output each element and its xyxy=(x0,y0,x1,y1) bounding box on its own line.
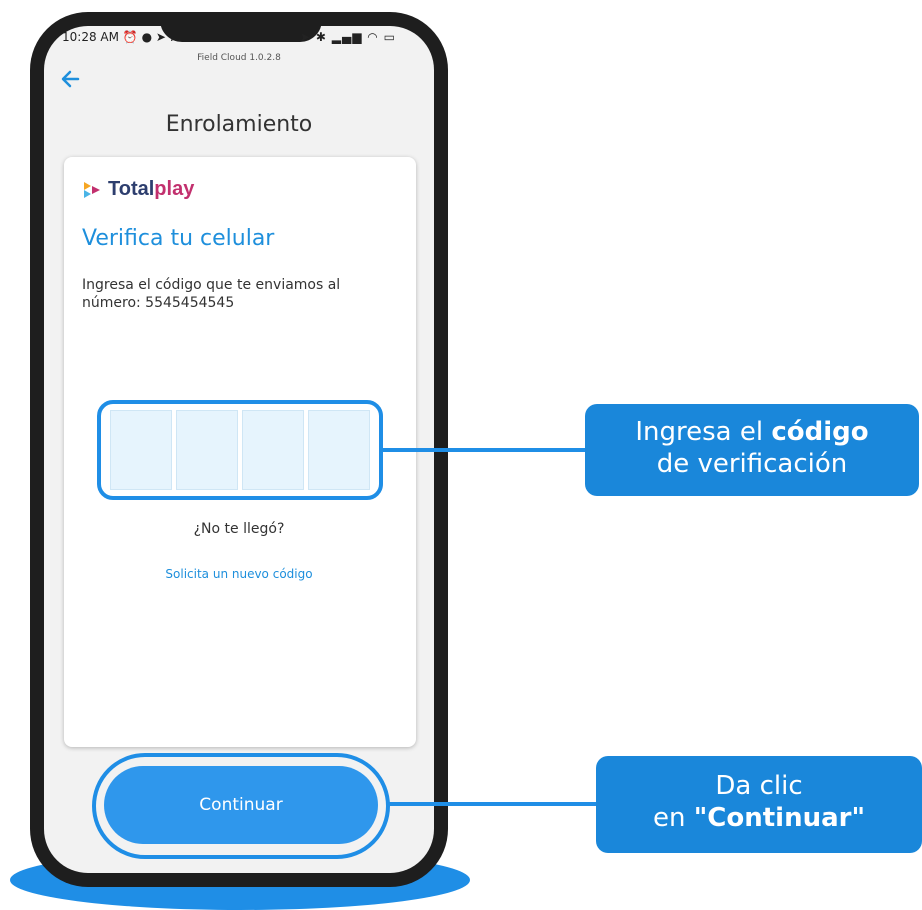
code-digit-input[interactable] xyxy=(176,410,238,490)
send-icon: ➤ xyxy=(155,30,166,44)
battery-icon: ▭ xyxy=(383,30,396,44)
continue-callout: Da clic en "Continuar" xyxy=(596,756,922,853)
phone-notch xyxy=(160,12,322,42)
totalplay-logo-icon xyxy=(84,181,100,198)
app-version: Field Cloud 1.0.2.8 xyxy=(197,53,281,63)
code-callout-connector xyxy=(383,448,588,452)
brand-logo: Totalplay xyxy=(82,178,194,201)
brand-name-part1: Total xyxy=(108,178,155,200)
signal-icon: ▂▄▆ xyxy=(331,30,363,44)
card-description: Ingresa el código que te enviamos al núm… xyxy=(82,277,341,311)
not-received-text: ¿No te llegó? xyxy=(193,521,285,537)
brand-name-part2: play xyxy=(154,178,195,200)
page-title: Enrolamiento xyxy=(165,112,313,137)
status-time: 10:28 AM ⏰ ● ➤ … xyxy=(62,30,182,44)
status-icons: ➤ ✱ ▂▄▆ ◠ ▭ xyxy=(300,30,396,44)
code-callout: Ingresa el código de verificación xyxy=(585,404,919,496)
location-icon: ➤ xyxy=(300,30,312,44)
bluetooth-icon: ✱ xyxy=(315,30,327,44)
more-icon: … xyxy=(169,30,182,44)
code-digit-input[interactable] xyxy=(308,410,370,490)
resend-code-link[interactable]: Solicita un nuevo código xyxy=(30,567,448,581)
continue-callout-connector xyxy=(388,802,598,806)
code-digit-input[interactable] xyxy=(110,410,172,490)
alarm-icon: ⏰ xyxy=(122,30,138,44)
code-digit-input[interactable] xyxy=(242,410,304,490)
continue-button[interactable]: Continuar xyxy=(104,766,378,844)
back-arrow-icon[interactable] xyxy=(58,66,84,92)
notification-icon: ● xyxy=(141,30,153,44)
wifi-icon: ◠ xyxy=(367,30,379,44)
code-input-group xyxy=(110,410,370,490)
card-heading: Verifica tu celular xyxy=(82,226,275,251)
